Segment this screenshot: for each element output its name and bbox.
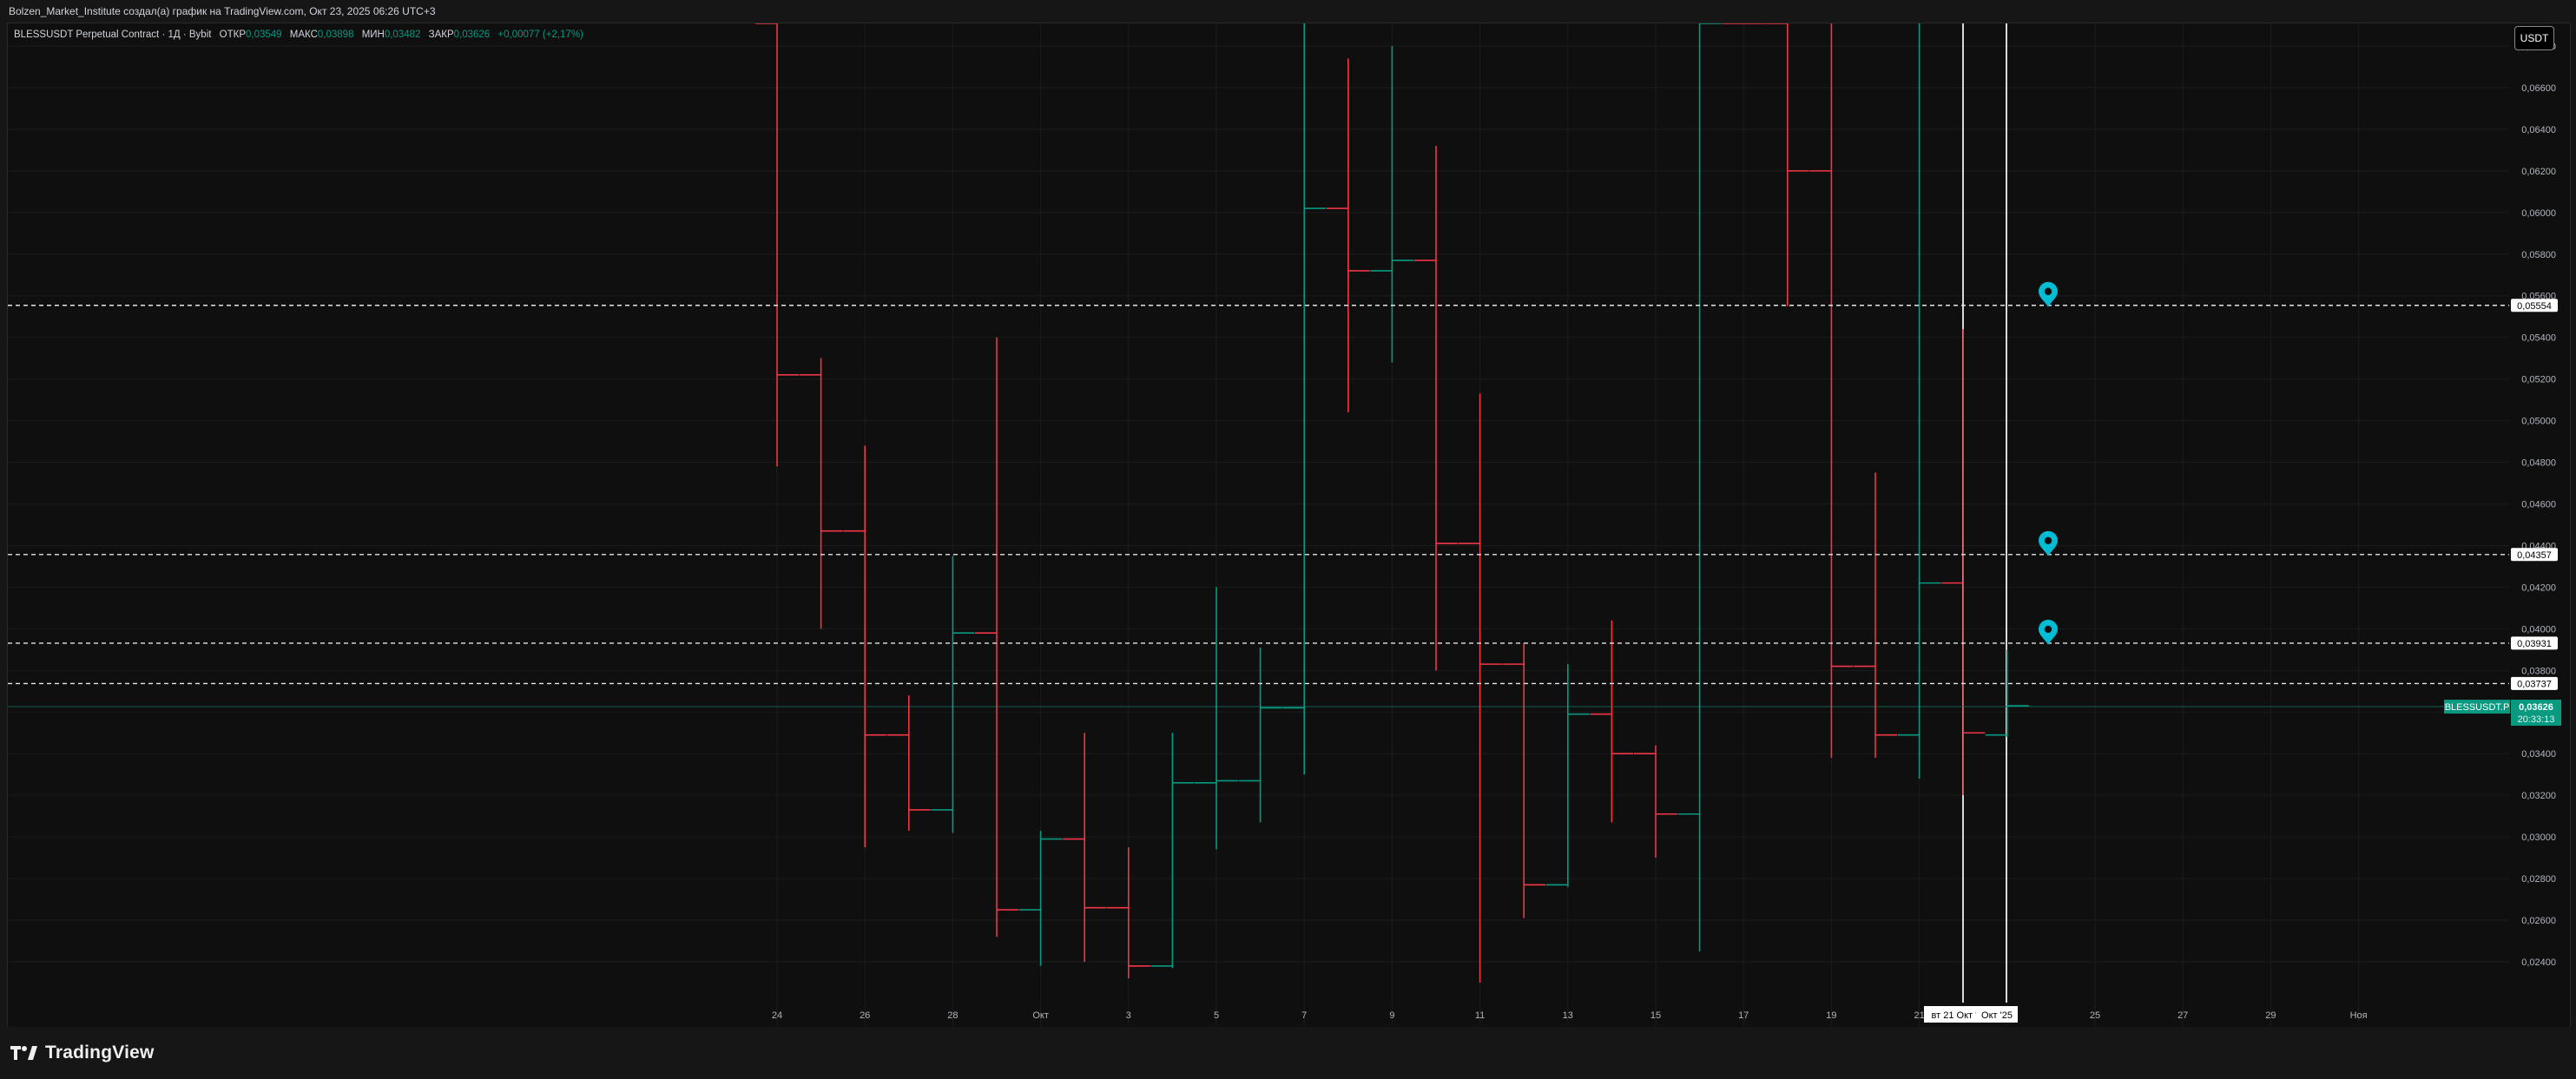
x-tick-label: 15	[1650, 1010, 1661, 1021]
x-tick-label: 7	[1301, 1010, 1307, 1021]
y-tick-label: 0,03400	[2521, 749, 2556, 760]
map-pin-hole	[2044, 625, 2052, 634]
footer	[0, 1027, 2576, 1079]
x-tick-label: 11	[1475, 1010, 1485, 1021]
x-tick-label: 9	[1389, 1010, 1394, 1021]
low-value: 0,03482	[384, 30, 421, 40]
level-price-label: 0,05554	[2517, 301, 2552, 312]
y-tick-label: 0,03200	[2521, 791, 2556, 801]
level-price-label: 0,03737	[2517, 679, 2552, 689]
current-price-label: 0,03626	[2519, 702, 2553, 713]
y-tick-label: 0,04600	[2521, 500, 2556, 510]
open-label: ОТКР	[219, 30, 246, 40]
low-label: МИН	[361, 30, 385, 40]
map-pin-hole	[2044, 287, 2052, 295]
y-tick-label: 0,04200	[2521, 582, 2556, 593]
y-tick-label: 0,05200	[2521, 375, 2556, 385]
y-tick-label: 0,05400	[2521, 333, 2556, 344]
x-tick-label: 24	[772, 1010, 782, 1021]
y-tick-label: 0,06600	[2521, 83, 2556, 94]
x-tick-label: 26	[860, 1010, 870, 1021]
price-chart[interactable]: 0,068000,066000,064000,062000,060000,058…	[0, 0, 2576, 1079]
y-tick-label: 0,05000	[2521, 417, 2556, 427]
level-price-label: 0,03931	[2517, 639, 2552, 649]
tradingview-logo[interactable]: TradingView	[10, 1042, 155, 1064]
high-label: МАКС	[289, 30, 318, 40]
change-value: +0,00077 (+2,17%)	[497, 30, 583, 40]
level-price-label: 0,04357	[2517, 550, 2552, 561]
x-tick-label: 27	[2177, 1010, 2188, 1021]
y-tick-label: 0,06400	[2521, 125, 2556, 135]
symbol-tag-label: BLESSUSDT.P	[2445, 702, 2510, 713]
high-value: 0,03898	[317, 30, 354, 40]
x-tick-label: Окт	[1032, 1010, 1049, 1021]
x-tick-label: 13	[1563, 1010, 1573, 1021]
y-tick-label: 0,03800	[2521, 666, 2556, 676]
y-tick-label: 0,05800	[2521, 250, 2556, 260]
x-tick-label: 25	[2090, 1010, 2100, 1021]
x-tick-label: 21	[1914, 1010, 1924, 1021]
close-value: 0,03626	[453, 30, 491, 40]
y-tick-label: 0,04800	[2521, 458, 2556, 469]
x-tick-label: 3	[1126, 1010, 1131, 1021]
open-value: 0,03549	[246, 30, 282, 40]
y-tick-label: 0,04000	[2521, 624, 2556, 635]
date-marker-label: Окт '25	[1981, 1010, 2013, 1021]
currency-unit-button[interactable]: USDT	[2514, 26, 2554, 50]
symbol-legend: BLESSUSDT Perpetual Contract · 1Д · Bybi…	[14, 30, 583, 40]
symbol-title[interactable]: BLESSUSDT Perpetual Contract · 1Д · Bybi…	[14, 30, 211, 40]
x-tick-label: 17	[1738, 1010, 1749, 1021]
y-tick-label: 0,03000	[2521, 832, 2556, 843]
y-tick-label: 0,02800	[2521, 874, 2556, 885]
y-tick-label: 0,02600	[2521, 916, 2556, 926]
bar-countdown-label: 20:33:13	[2518, 714, 2555, 725]
map-pin-hole	[2044, 536, 2052, 544]
y-tick-label: 0,02400	[2521, 957, 2556, 968]
tradingview-logo-text: TradingView	[45, 1043, 155, 1063]
y-tick-label: 0,06000	[2521, 208, 2556, 219]
x-tick-label: 19	[1826, 1010, 1836, 1021]
x-tick-label: 28	[947, 1010, 958, 1021]
x-tick-label: 29	[2265, 1010, 2276, 1021]
x-tick-label: 5	[1214, 1010, 1219, 1021]
x-tick-label: Ноя	[2350, 1010, 2368, 1021]
y-tick-label: 0,06200	[2521, 167, 2556, 177]
close-label: ЗАКР	[428, 30, 454, 40]
tradingview-logo-icon	[10, 1046, 37, 1060]
